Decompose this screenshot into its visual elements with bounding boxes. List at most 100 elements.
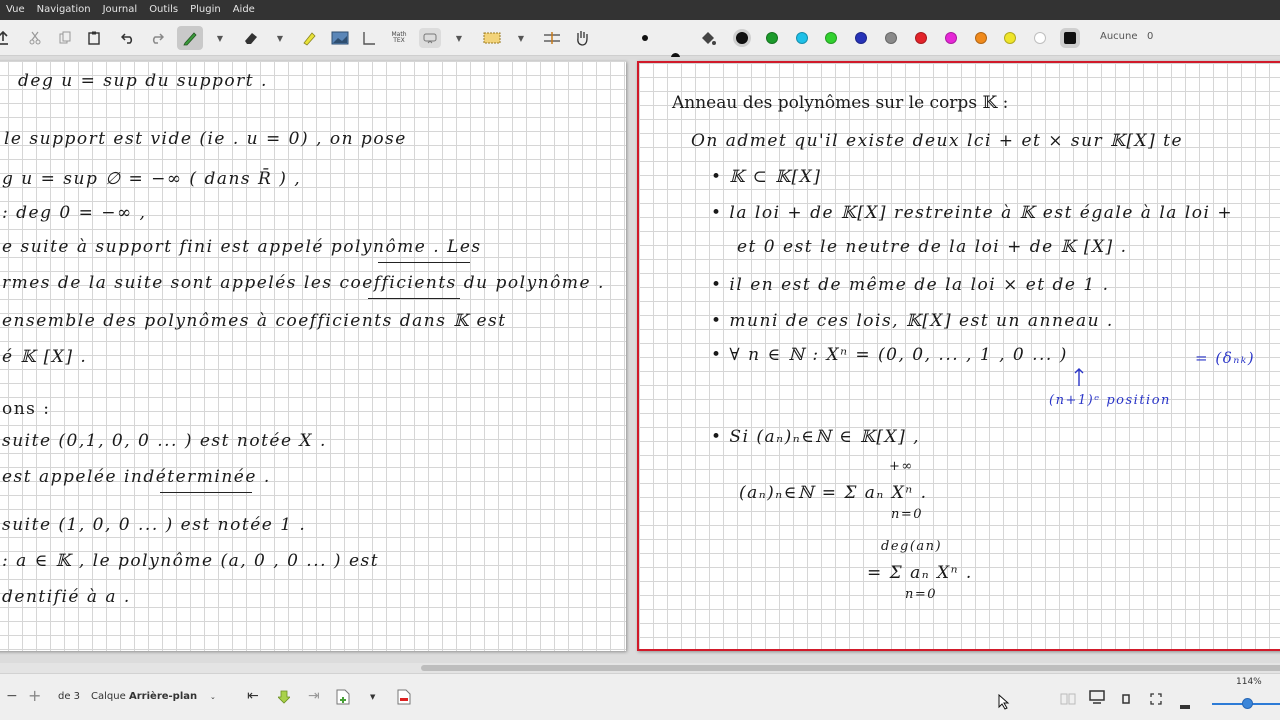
zoom-slider-handle[interactable] [1242,698,1253,709]
handwritten-line: et 0 est le neutre de la loi + de 𝕂 [X] … [737,237,1128,257]
menu-navigation[interactable]: Navigation [31,0,97,20]
page-left[interactable]: deg u = sup du support . le support est … [0,61,626,651]
handwritten-line: est appelée indéterminée . [2,467,271,487]
fill-label: Aucune [1100,31,1138,42]
pen-size-medium[interactable] [642,35,648,41]
select-rect-icon[interactable] [483,28,501,48]
top-layer-icon[interactable]: ⇥ [308,688,320,704]
sum-upper-bound: +∞ [889,459,914,474]
color-blue[interactable] [855,32,867,44]
image-icon[interactable] [331,28,349,48]
page-decrement-icon[interactable]: − [6,688,18,704]
handwritten-line: : deg 0 = −∞ , [2,203,147,223]
vertical-space-tool-icon[interactable] [543,28,561,48]
color-orange[interactable] [975,32,987,44]
next-layer-icon[interactable] [277,689,291,708]
handwritten-line: • muni de ces lois, 𝕂[X] est un anneau . [711,311,1114,331]
handwritten-line: ensemble des polynômes à coefficients da… [2,311,507,331]
paste-icon[interactable] [87,28,101,48]
color-yellow[interactable] [1004,32,1016,44]
handwritten-line: On admet qu'il existe deux lci + et × su… [691,131,1184,151]
color-light-blue[interactable] [796,32,808,44]
pen-tool-icon[interactable] [177,26,203,50]
menu-journal[interactable]: Journal [97,0,144,20]
handwritten-line: • 𝕂 ⊂ 𝕂[X] [711,167,822,187]
shape-options-chevron-icon[interactable]: ▼ [454,28,464,48]
fullscreen-icon[interactable] [1150,690,1162,709]
handwritten-line: • la loi + de 𝕂[X] restreinte à 𝕂 est ég… [711,203,1234,223]
select-options-chevron-icon[interactable]: ▼ [516,28,526,48]
menu-outils[interactable]: Outils [143,0,184,20]
fill-value: 0 [1147,31,1154,42]
handwritten-line: • Si (aₙ)ₙ∈ℕ ∈ 𝕂[X] , [711,427,921,447]
handwritten-line: = Σ aₙ Xⁿ . [867,563,973,583]
color-green[interactable] [766,32,778,44]
fill-bucket-icon[interactable] [699,28,717,48]
page-increment-icon[interactable]: + [28,686,41,705]
sum2-upper-bound: deg(an) [881,539,943,554]
horizontal-scrollbar[interactable] [0,663,1280,673]
add-layer-icon[interactable] [336,689,350,709]
math-tex-icon[interactable]: Math TEX [388,28,410,48]
zoom-level: 114% [1236,677,1262,687]
redo-icon[interactable] [150,28,164,48]
layer-select[interactable]: Arrière-plan [129,691,197,702]
add-layer-chevron-icon[interactable]: ▼ [370,693,375,701]
handwritten-line: dentifié à a . [2,587,131,607]
page-title: Anneau des polynômes sur le corps 𝕂 : [672,93,1009,113]
document-canvas[interactable]: deg u = sup du support . le support est … [0,57,1280,663]
menu-bar: Vue Navigation Journal Outils Plugin Aid… [0,0,1280,20]
upload-icon[interactable] [0,28,10,48]
color-red[interactable] [915,32,927,44]
blue-annotation: = (δₙₖ) [1195,349,1256,367]
underline-indeterminee [160,492,252,493]
scrollbar-thumb[interactable] [421,665,1280,671]
handwritten-line: suite (1, 0, 0 ... ) est notée 1 . [2,515,307,535]
sum-lower-bound: n=0 [891,507,924,522]
handwritten-line: rmes de la suite sont appelés les coeffi… [2,273,605,293]
color-magenta[interactable] [945,32,957,44]
layer-label: Calque [91,691,126,702]
color-light-green[interactable] [825,32,837,44]
arrow-annotation-icon [1073,367,1085,391]
shape-recognizer-icon[interactable] [419,28,441,48]
blue-annotation: (n+1)ᵉ position [1049,393,1171,408]
page-layout-icon[interactable] [1121,690,1131,709]
current-color-swatch[interactable] [1064,32,1076,44]
presentation-mode-icon[interactable] [1089,689,1105,708]
delete-layer-icon[interactable] [397,689,411,709]
toolbar: ▼ ▼ Math TEX ▼ ▼ Aucune 0 [0,20,1280,62]
vertical-space-icon[interactable] [361,28,377,48]
page-right-current[interactable]: Anneau des polynômes sur le corps 𝕂 : On… [637,61,1280,651]
color-gray[interactable] [885,32,897,44]
handwritten-line: : a ∈ 𝕂 , le polynôme (a, 0 , 0 ... ) es… [2,551,380,571]
highlighter-icon[interactable] [301,28,317,48]
cut-icon[interactable] [28,28,42,48]
page-count-label: de 3 [58,691,81,702]
hand-tool-icon[interactable] [574,28,590,48]
handwritten-line: ons : [2,399,51,419]
layer-chevron-icon[interactable]: ⌄ [210,693,216,701]
handwritten-line: deg u = sup du support . [18,71,268,91]
zoom-out-icon[interactable] [1180,694,1190,713]
handwritten-line: le support est vide (ie . u = 0) , on po… [4,129,407,149]
underline-coefficients [368,298,460,299]
eraser-icon[interactable] [243,28,259,48]
handwritten-line: suite (0,1, 0, 0 ... ) est notée X . [2,431,327,451]
pen-size-medium-wrapper[interactable] [633,26,657,50]
handwritten-line: é 𝕂 [X] . [2,347,88,367]
undo-icon[interactable] [121,28,135,48]
two-pages-view-icon[interactable] [1060,690,1076,709]
menu-plugin[interactable]: Plugin [184,0,227,20]
menu-aide[interactable]: Aide [227,0,261,20]
eraser-options-chevron-icon[interactable]: ▼ [275,28,285,48]
pen-options-chevron-icon[interactable]: ▼ [215,28,225,48]
handwritten-line: • il en est de même de la loi × et de 1 … [711,275,1110,295]
color-black[interactable] [736,32,748,44]
copy-icon[interactable] [58,28,72,48]
sum2-lower-bound: n=0 [905,587,938,602]
color-white[interactable] [1034,32,1046,44]
menu-vue[interactable]: Vue [0,0,31,20]
handwritten-line: e suite à support fini est appelé polynô… [2,237,482,257]
previous-layer-icon[interactable]: ⇤ [247,688,259,704]
